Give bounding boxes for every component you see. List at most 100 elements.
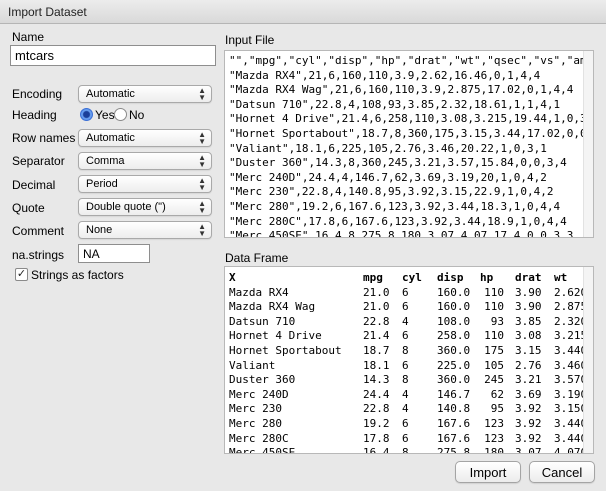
table-cell: 3.08 [515,329,542,343]
input-file-line: "Merc 450SE",16.4,8,275.8,180,3.07,4.07,… [229,229,574,238]
table-cell: 16.4 [363,446,390,454]
table-cell: 110 [484,329,504,343]
input-file-line: "Duster 360",14.3,8,360,245,3.21,3.57,15… [229,156,567,170]
checkmark-icon: ✓ [16,268,27,280]
column-header: wt [554,271,568,284]
table-cell: Valiant [229,358,276,372]
table-cell: 21.4 [363,329,390,343]
table-cell: 3.85 [515,314,542,328]
table-cell: 167.6 [437,431,471,445]
decimal-select[interactable]: Period ▲ ▼ [78,175,212,193]
import-button[interactable]: Import [455,461,521,483]
table-cell: 140.8 [437,402,471,416]
table-cell: 360.0 [437,344,471,357]
input-file-line: "Merc 240D",24.4,4,146.7,62,3.69,3.19,20… [229,170,547,184]
input-file-line: "Mazda RX4",21,6,160,110,3.9,2.62,16.46,… [229,68,541,82]
comment-value: None [86,224,113,236]
heading-label: Heading [12,108,57,122]
data-frame-view[interactable]: 3.7303.07180275.8817.3Merc 450SL4.0703.0… [224,266,594,454]
table-cell: Datsun 710 [229,314,296,328]
heading-no-radio[interactable] [114,108,127,121]
table-cell: 21.0 [363,300,390,314]
table-cell: 110 [484,300,504,314]
table-cell: 258.0 [437,329,471,343]
select-arrows-icon: ▲ ▼ [198,199,206,215]
table-cell: 245 [484,373,504,387]
table-cell: 105 [484,358,504,372]
decimal-value: Period [86,178,118,190]
table-cell: Hornet Sportabout [229,344,342,357]
table-cell: 18.7 [363,344,390,357]
cancel-button[interactable]: Cancel [529,461,595,483]
table-cell: 3.07 [515,446,542,454]
select-arrows-icon: ▲ ▼ [198,153,206,169]
input-file-line: "Merc 280C",17.8,6,167.6,123,3.92,3.44,1… [229,214,567,228]
heading-yes-radio[interactable] [80,108,93,121]
table-cell: 160.0 [437,300,471,314]
column-header: X [229,271,236,284]
separator-select[interactable]: Comma ▲ ▼ [78,152,212,170]
rownames-value: Automatic [86,132,135,144]
data-frame-label: Data Frame [225,251,289,265]
encoding-select[interactable]: Automatic ▲ ▼ [78,85,212,103]
table-cell: Merc 240D [229,387,289,401]
table-cell: 6 [402,285,409,299]
table-cell: 6 [402,417,409,430]
strings-as-factors-label: Strings as factors [31,268,124,282]
table-cell: 18.1 [363,358,390,372]
table-cell: 3.15 [515,344,542,357]
table-cell: 123 [484,417,504,430]
separator-label: Separator [12,154,65,168]
strings-as-factors-checkbox[interactable]: ✓ [15,268,28,281]
table-cell: 3.90 [515,285,542,299]
table-cell: 275.8 [437,446,471,454]
data-frame-scrollbar[interactable] [583,267,593,453]
select-arrows-icon: ▲ ▼ [198,222,206,238]
table-cell: 8 [402,446,409,454]
table-cell: Mazda RX4 [229,285,289,299]
table-cell: 160.0 [437,285,471,299]
name-label: Name [12,30,45,44]
table-cell: 6 [402,431,409,445]
select-arrows-icon: ▲ ▼ [198,130,206,146]
nastrings-label: na.strings [12,248,65,262]
input-file-line: "Hornet 4 Drive",21.4,6,258,110,3.08,3.2… [229,112,594,126]
table-cell: 3.92 [515,402,542,416]
input-file-line: "Merc 230",22.8,4,140.8,95,3.92,3.15,22.… [229,185,554,199]
input-file-line: "Valiant",18.1,6,225,105,2.76,3.46,20.22… [229,141,547,155]
column-header: mpg [363,271,383,284]
name-input[interactable] [10,45,216,66]
comment-select[interactable]: None ▲ ▼ [78,221,212,239]
table-cell: 24.4 [363,387,390,401]
table-cell: 110 [484,285,504,299]
table-cell: 167.6 [437,417,471,430]
table-cell: 4 [402,314,409,328]
nastrings-input[interactable] [78,244,150,263]
input-file-line: "Datsun 710",22.8,4,108,93,3.85,2.32,18.… [229,97,561,111]
input-file-line: "Mazda RX4 Wag",21,6,160,110,3.9,2.875,1… [229,83,574,97]
select-arrows-icon: ▲ ▼ [198,176,206,192]
table-cell: 3.92 [515,417,542,430]
table-cell: 2.76 [515,358,542,372]
input-file-scrollbar[interactable] [583,51,593,237]
table-cell: 93 [490,314,504,328]
table-cell: Merc 450SE [229,446,296,454]
quote-label: Quote [12,201,45,215]
table-cell: 8 [402,373,409,387]
table-cell: 225.0 [437,358,471,372]
table-cell: Merc 280 [229,417,282,430]
encoding-value: Automatic [86,88,135,100]
table-cell: Merc 230 [229,402,282,416]
heading-yes-label: Yes [95,108,115,122]
input-file-line: "","mpg","cyl","disp","hp","drat","wt","… [229,54,594,67]
quote-select[interactable]: Double quote (") ▲ ▼ [78,198,212,216]
table-cell: Hornet 4 Drive [229,329,322,343]
rownames-select[interactable]: Automatic ▲ ▼ [78,129,212,147]
table-cell: 6 [402,300,409,314]
input-file-view[interactable]: "Merc 450SL",17.3,8,275.8,180,3.07,3.73,… [224,50,594,238]
table-cell: 19.2 [363,417,390,430]
table-cell: 22.8 [363,402,390,416]
title-bar: Import Dataset [0,0,606,24]
table-cell: 62 [490,387,504,401]
rownames-label: Row names [12,131,76,145]
